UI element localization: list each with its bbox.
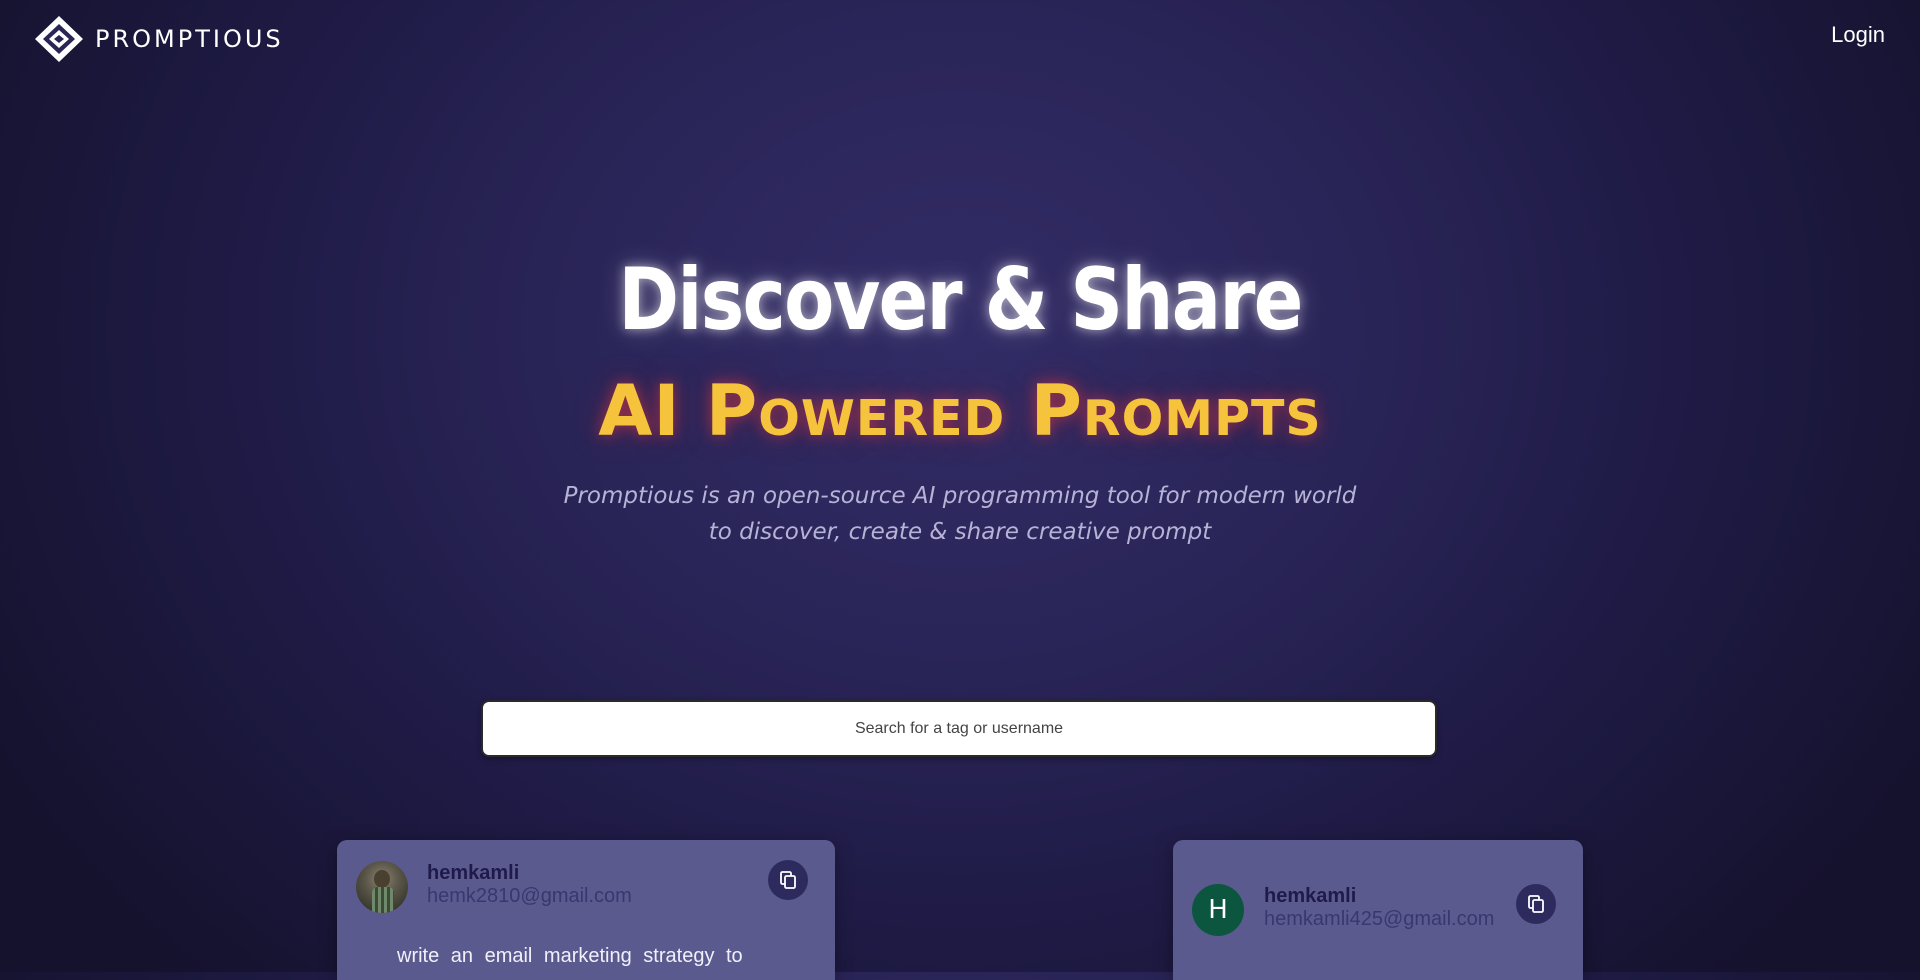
copy-button[interactable] (1516, 884, 1556, 924)
card-email: hemk2810@gmail.com (427, 885, 632, 907)
hero-title: Discover & Share (618, 250, 1303, 350)
copy-icon (778, 870, 798, 890)
site-header: PROMPTIOUS Login (0, 0, 1920, 80)
diamond-logo-icon (33, 14, 85, 64)
copy-button[interactable] (768, 860, 808, 900)
card-email: hemkamli425@gmail.com (1264, 908, 1495, 930)
logo-text: PROMPTIOUS (95, 25, 284, 53)
avatar[interactable] (356, 861, 408, 913)
avatar-head (374, 870, 390, 888)
avatar-body (372, 887, 394, 913)
hero-subtitle: AI Powered Prompts (598, 370, 1322, 452)
search-input[interactable] (481, 700, 1437, 757)
prompt-card: hemkamli hemk2810@gmail.com write an ema… (337, 840, 835, 980)
prompt-card: H hemkamli hemkamli425@gmail.com (1173, 840, 1583, 980)
hero-description: Promptious is an open-source AI programm… (563, 483, 1357, 545)
copy-icon (1526, 894, 1546, 914)
login-link[interactable]: Login (1831, 22, 1885, 48)
card-username[interactable]: hemkamli (1264, 885, 1356, 908)
card-username[interactable]: hemkamli (427, 862, 519, 885)
site-logo[interactable]: PROMPTIOUS (33, 14, 284, 64)
avatar[interactable]: H (1192, 884, 1244, 936)
prompt-text: write an email marketing strategy to (397, 945, 743, 967)
